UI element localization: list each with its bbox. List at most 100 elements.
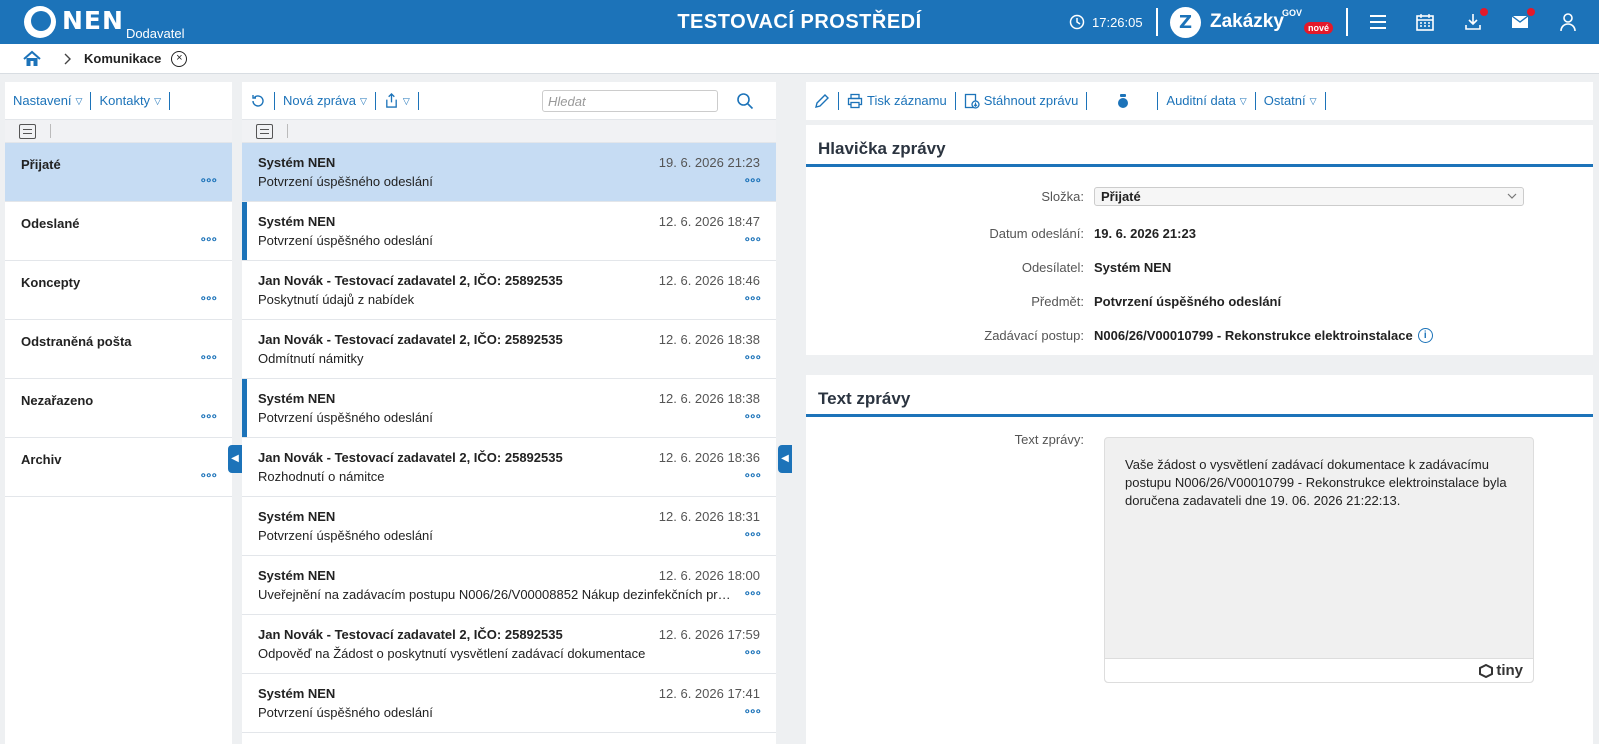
messages-toolbar: Nová zpráva ▽ ▽ <box>242 82 776 120</box>
clock-time: 17:26:05 <box>1092 14 1143 30</box>
contacts-dropdown[interactable]: Kontakty ▽ <box>91 91 170 110</box>
info-icon[interactable]: i <box>1417 327 1433 343</box>
collapse-messages-handle[interactable]: ◀ <box>778 445 792 473</box>
filter-settings-icon[interactable] <box>19 123 36 139</box>
filter-settings-icon[interactable] <box>256 123 273 139</box>
sent-date-field: Datum odeslání: 19. 6. 2026 21:23 <box>806 223 1576 243</box>
message-date: 12. 6. 2026 17:41 <box>658 686 760 701</box>
divider <box>287 124 288 138</box>
field-label: Zadávací postup: <box>984 327 1084 343</box>
print-button[interactable]: Tisk záznamu <box>839 92 956 110</box>
pencil-icon <box>815 94 829 108</box>
folder-item-koncepty[interactable]: Koncepty ∘∘∘ <box>5 261 232 320</box>
environment-title: TESTOVACÍ PROSTŘEDÍ <box>677 11 922 33</box>
section-title: Text zprávy <box>806 375 1593 417</box>
folder-label: Nezařazeno <box>21 393 94 408</box>
folder-item-odstranena-posta[interactable]: Odstraněná pošta ∘∘∘ <box>5 320 232 379</box>
message-date: 19. 6. 2026 21:23 <box>658 155 760 170</box>
collapse-folders-handle[interactable]: ◀ <box>228 445 242 473</box>
message-item[interactable]: Jan Novák - Testovací zadavatel 2, IČO: … <box>242 615 776 674</box>
folder-label: Odeslané <box>21 216 80 231</box>
new-message-dropdown[interactable]: Nová zpráva ▽ <box>275 91 376 110</box>
breadcrumb-current[interactable]: Komunikace <box>84 51 161 66</box>
downloads-button[interactable] <box>1461 8 1488 34</box>
other-dropdown[interactable]: Ostatní ▽ <box>1256 92 1326 110</box>
download-label: Stáhnout zprávu <box>983 93 1079 108</box>
folder-field: Složka: Přijaté <box>806 186 1576 206</box>
message-item[interactable]: Jan Novák - Testovací zadavatel 2, IČO: … <box>242 438 776 497</box>
folder-label: Koncepty <box>21 275 81 290</box>
search-icon[interactable] <box>736 92 754 110</box>
more-options-icon[interactable]: ∘∘∘ <box>743 409 761 423</box>
logo-text: NEN <box>62 6 124 35</box>
top-bar: NEN Dodavatel TESTOVACÍ PROSTŘEDÍ 17:26:… <box>0 0 1599 44</box>
folders-toolbar: Nastavení ▽ Kontakty ▽ <box>5 82 232 120</box>
message-date: 12. 6. 2026 18:47 <box>658 214 760 229</box>
message-subject: Odpověď na Žádost o poskytnutí vysvětlen… <box>258 646 646 661</box>
more-options-icon[interactable]: ∘∘∘ <box>743 291 761 305</box>
more-options-icon[interactable]: ∘∘∘ <box>199 173 217 187</box>
more-options-icon[interactable]: ∘∘∘ <box>743 468 761 482</box>
zakazky-gov-link[interactable]: Z Zakázky GOV nové <box>1170 6 1334 38</box>
folder-item-nezarazeno[interactable]: Nezařazeno ∘∘∘ <box>5 379 232 438</box>
tiny-logo-icon <box>1479 663 1494 678</box>
detail-toolbar: Tisk záznamu Stáhnout zprávu Auditní dat… <box>806 82 1593 120</box>
message-body: Vaše žádost o vysvětlení zadávací dokume… <box>1125 457 1507 508</box>
message-item[interactable]: Systém NEN 12. 6. 2026 18:31 Potvrzení ú… <box>242 497 776 556</box>
message-item[interactable]: Systém NEN 12. 6. 2026 18:00 Uveřejnění … <box>242 556 776 615</box>
message-date: 12. 6. 2026 18:38 <box>658 332 760 347</box>
message-item[interactable]: Systém NEN 12. 6. 2026 18:47 Potvrzení ú… <box>242 202 776 261</box>
home-icon[interactable] <box>22 49 42 69</box>
more-options-icon[interactable]: ∘∘∘ <box>743 173 761 187</box>
message-item[interactable]: Jan Novák - Testovací zadavatel 2, IČO: … <box>242 261 776 320</box>
edit-button[interactable] <box>806 92 839 110</box>
refresh-button[interactable] <box>242 91 275 110</box>
nen-logo-icon <box>24 6 56 38</box>
messages-panel: Nová zpráva▽ ▽ Systém NEN 19. 6. 2026 21… <box>242 82 776 744</box>
chevron-right-icon <box>64 53 71 64</box>
message-item[interactable]: Systém NEN 19. 6. 2026 21:23 Potvrzení ú… <box>242 143 776 202</box>
close-tab-icon[interactable]: × <box>171 50 188 67</box>
nen-logo[interactable]: NEN Dodavatel <box>24 6 184 41</box>
editor-status-bar: tiny <box>1105 658 1533 682</box>
field-value: Potvrzení úspěšného odeslání <box>1094 293 1282 309</box>
more-options-icon[interactable]: ∘∘∘ <box>199 291 217 305</box>
message-item[interactable]: Systém NEN 12. 6. 2026 17:41 Potvrzení ú… <box>242 674 776 733</box>
folder-select[interactable]: Přijaté <box>1094 186 1524 206</box>
more-options-icon[interactable]: ∘∘∘ <box>743 704 761 718</box>
divider <box>1346 8 1348 36</box>
message-item[interactable]: Systém NEN 12. 6. 2026 18:38 Potvrzení ú… <box>242 379 776 438</box>
more-options-icon[interactable]: ∘∘∘ <box>199 350 217 364</box>
user-button[interactable] <box>1556 10 1580 34</box>
more-options-icon[interactable]: ∘∘∘ <box>199 409 217 423</box>
more-options-icon[interactable]: ∘∘∘ <box>743 527 761 541</box>
more-options-icon[interactable]: ∘∘∘ <box>743 645 761 659</box>
triangle-down-icon: ▽ <box>75 95 83 106</box>
menu-button[interactable] <box>1366 10 1390 34</box>
folder-item-odeslane[interactable]: Odeslané ∘∘∘ <box>5 202 232 261</box>
zakazky-label: Zakázky <box>1210 11 1284 32</box>
breadcrumb: Komunikace × <box>0 44 1599 74</box>
message-text-editor[interactable]: Vaše žádost o vysvětlení zadávací dokume… <box>1104 437 1534 683</box>
sender-field: Odesílatel: Systém NEN <box>806 257 1576 277</box>
more-options-icon[interactable]: ∘∘∘ <box>743 350 761 364</box>
messages-button[interactable] <box>1508 8 1535 34</box>
folder-item-prijate[interactable]: Přijaté ∘∘∘ <box>5 143 232 202</box>
more-options-icon[interactable]: ∘∘∘ <box>199 468 217 482</box>
settings-dropdown[interactable]: Nastavení ▽ <box>5 91 92 110</box>
download-message-button[interactable]: Stáhnout zprávu <box>956 92 1088 110</box>
more-options-icon[interactable]: ∘∘∘ <box>199 232 217 246</box>
field-label: Text zprávy: <box>1014 431 1084 447</box>
search-input[interactable] <box>542 90 718 112</box>
stamp-button[interactable] <box>1087 92 1159 110</box>
settings-label: Nastavení <box>13 92 72 108</box>
folder-item-archiv[interactable]: Archiv ∘∘∘ <box>5 438 232 497</box>
audit-data-dropdown[interactable]: Auditní data ▽ <box>1158 92 1256 110</box>
message-subject: Potvrzení úspěšného odeslání <box>258 174 433 189</box>
field-value: 19. 6. 2026 21:23 <box>1094 225 1196 241</box>
message-item[interactable]: Jan Novák - Testovací zadavatel 2, IČO: … <box>242 320 776 379</box>
more-options-icon[interactable]: ∘∘∘ <box>743 586 761 600</box>
calendar-button[interactable] <box>1413 10 1437 34</box>
export-dropdown[interactable]: ▽ <box>376 91 419 110</box>
more-options-icon[interactable]: ∘∘∘ <box>743 232 761 246</box>
